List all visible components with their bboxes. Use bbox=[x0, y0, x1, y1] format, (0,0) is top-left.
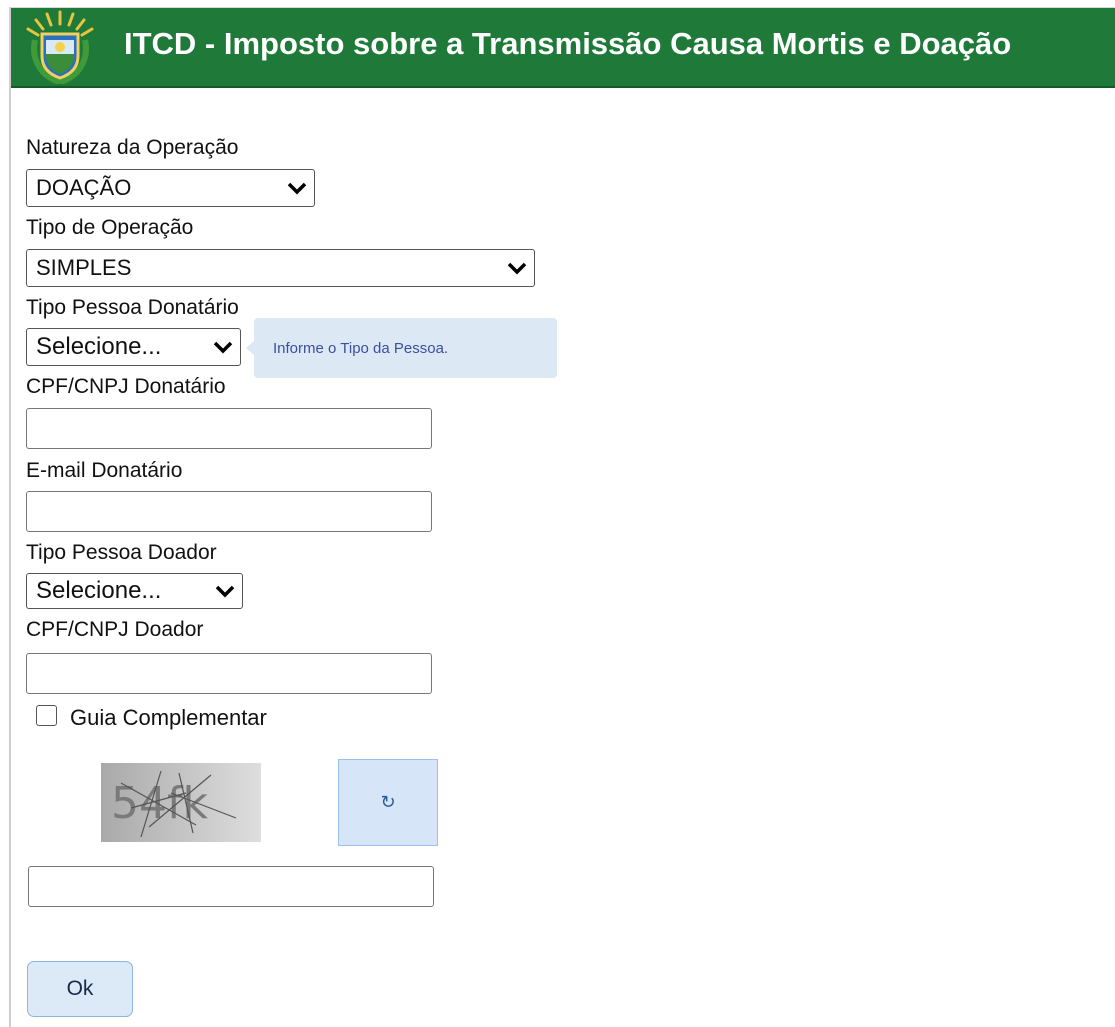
tipo-pessoa-doador-select[interactable]: Selecione... bbox=[26, 573, 243, 609]
tipo-operacao-select[interactable]: SIMPLES bbox=[26, 249, 535, 287]
cpf-cnpj-doador-input[interactable] bbox=[26, 653, 432, 694]
chevron-down-icon bbox=[507, 262, 527, 275]
email-donatario-label: E-mail Donatário bbox=[26, 459, 183, 482]
ok-button[interactable]: Ok bbox=[27, 961, 133, 1017]
page-frame: ITCD - Imposto sobre a Transmissão Causa… bbox=[9, 7, 1115, 1027]
guia-complementar-label: Guia Complementar bbox=[70, 705, 267, 730]
tipo-pessoa-donatario-label: Tipo Pessoa Donatário bbox=[26, 296, 239, 319]
cpf-cnpj-donatario-label: CPF/CNPJ Donatário bbox=[26, 375, 226, 398]
natureza-selected-value: DOAÇÃO bbox=[36, 175, 132, 200]
tipo-operacao-selected-value: SIMPLES bbox=[36, 255, 132, 280]
email-donatario-input[interactable] bbox=[26, 491, 432, 532]
captcha-image: 54fk bbox=[101, 763, 261, 842]
app-header: ITCD - Imposto sobre a Transmissão Causa… bbox=[11, 8, 1115, 88]
tipo-operacao-label: Tipo de Operação bbox=[26, 216, 194, 239]
captcha-refresh-button[interactable]: ↻ bbox=[338, 759, 438, 846]
natureza-select[interactable]: DOAÇÃO bbox=[26, 169, 315, 207]
tipo-pessoa-doador-selected-value: Selecione... bbox=[36, 577, 162, 604]
chevron-down-icon bbox=[215, 585, 235, 598]
cpf-cnpj-donatario-input[interactable] bbox=[26, 408, 432, 449]
tipo-pessoa-donatario-select[interactable]: Selecione... bbox=[26, 328, 241, 366]
natureza-label: Natureza da Operação bbox=[26, 136, 239, 159]
tipo-pessoa-donatario-selected-value: Selecione... bbox=[36, 333, 162, 360]
cpf-cnpj-doador-label: CPF/CNPJ Doador bbox=[26, 618, 204, 641]
chevron-down-icon bbox=[213, 341, 233, 354]
validation-tooltip: Informe o Tipo da Pessoa. bbox=[254, 318, 557, 378]
refresh-icon: ↻ bbox=[380, 792, 396, 812]
page-title: ITCD - Imposto sobre a Transmissão Causa… bbox=[124, 26, 1012, 61]
guia-complementar-checkbox[interactable] bbox=[36, 705, 57, 726]
tipo-pessoa-doador-label: Tipo Pessoa Doador bbox=[26, 541, 217, 564]
chevron-down-icon bbox=[287, 182, 307, 195]
state-coat-of-arms-icon bbox=[26, 10, 94, 84]
captcha-answer-input[interactable] bbox=[28, 866, 434, 907]
